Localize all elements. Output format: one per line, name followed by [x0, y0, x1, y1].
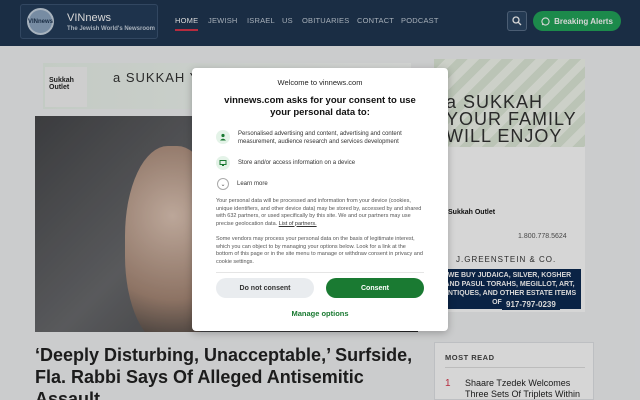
- do-not-consent-button[interactable]: Do not consent: [216, 278, 314, 298]
- consent-purpose-advertising-text: Personalised advertising and content, ad…: [238, 131, 402, 145]
- consent-purpose-advertising: Personalised advertising and content, ad…: [216, 130, 428, 146]
- consent-purpose-device-text: Store and/or access information on a dev…: [238, 160, 356, 166]
- consent-divider: [216, 272, 424, 273]
- consent-body-2: Some vendors may process your personal d…: [216, 236, 423, 265]
- learn-more-label: Learn more: [237, 181, 268, 187]
- consent-dialog: Welcome to vinnews.com vinnews.com asks …: [192, 68, 448, 331]
- consent-body-1: Your personal data will be processed and…: [216, 198, 424, 228]
- partners-link[interactable]: List of partners.: [279, 221, 317, 227]
- consent-heading: vinnews.com asks for your consent to use…: [224, 95, 416, 118]
- consent-button[interactable]: Consent: [326, 278, 424, 298]
- person-icon: [216, 130, 230, 144]
- chevron-down-icon: ⌄: [217, 178, 229, 190]
- learn-more-toggle[interactable]: ⌄ Learn more: [216, 178, 268, 190]
- consent-body-1-text: Your personal data will be processed and…: [216, 198, 422, 227]
- device-icon: [216, 156, 230, 170]
- consent-welcome: Welcome to vinnews.com: [277, 78, 363, 87]
- consent-purpose-device: Store and/or access information on a dev…: [216, 156, 428, 170]
- manage-options-link[interactable]: Manage options: [192, 309, 448, 318]
